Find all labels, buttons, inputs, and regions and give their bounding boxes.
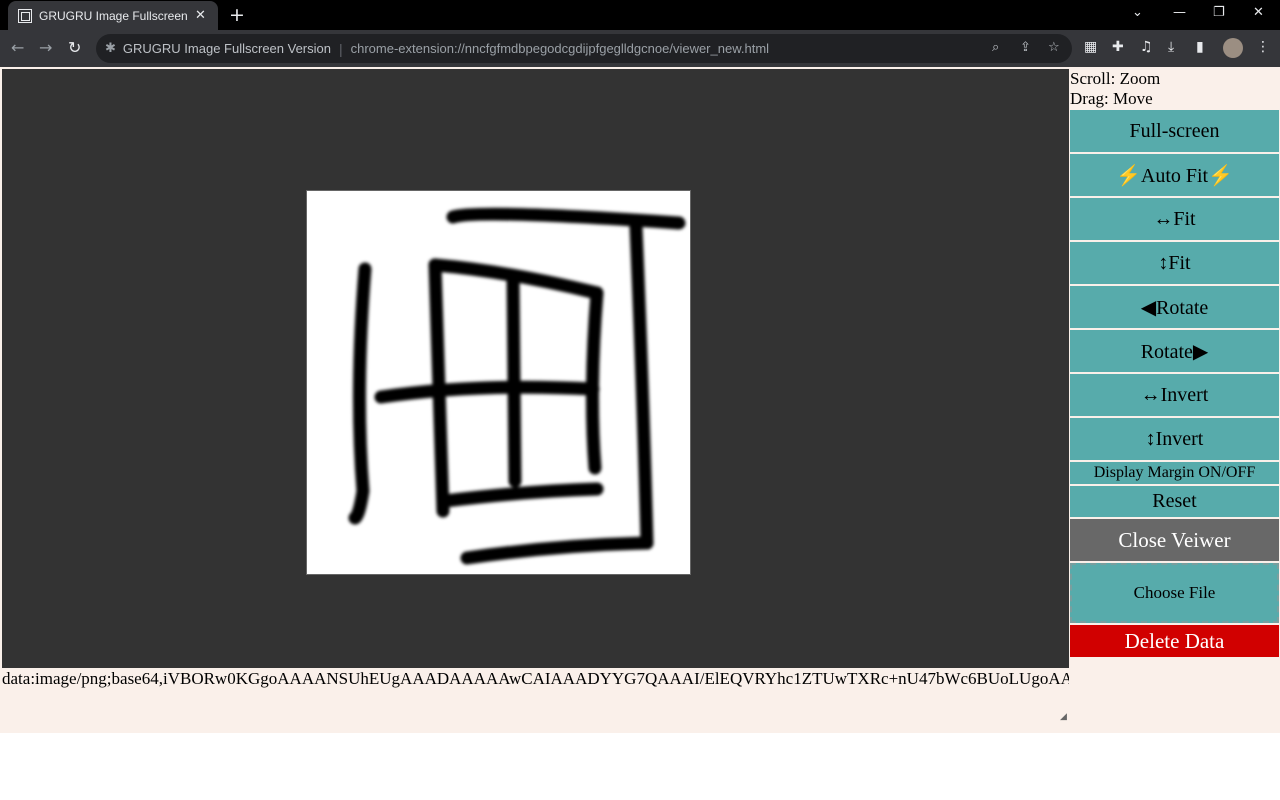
download-icon[interactable]: ⤓ — [1168, 39, 1174, 55]
browser-toolbar: ← → ↻ ✱ GRUGRU Image Fullscreen Version … — [0, 30, 1280, 67]
margin-toggle-button[interactable]: Display Margin ON/OFF — [1070, 462, 1279, 484]
data-uri-textarea[interactable]: data:image/png;base64,iVBORw0KGgoAAAANSU… — [2, 668, 1069, 721]
tab-search-chevron-icon[interactable]: ⌄ — [1132, 5, 1143, 20]
profile-avatar[interactable] — [1223, 38, 1243, 58]
fit-width-button[interactable]: ↔Fit — [1070, 198, 1279, 240]
bookmark-star-icon[interactable]: ☆ — [1048, 40, 1060, 55]
image-viewer-canvas[interactable] — [2, 69, 1069, 668]
invert-horizontal-button[interactable]: ↔Invert — [1070, 374, 1279, 416]
invert-vertical-button[interactable]: ↕Invert — [1070, 418, 1279, 460]
viewer-page: data:image/png;base64,iVBORw0KGgoAAAANSU… — [0, 67, 1280, 733]
fit-height-button[interactable]: ↕Fit — [1070, 242, 1279, 284]
tab-close-icon[interactable]: ✕ — [195, 8, 206, 23]
rotate-right-button[interactable]: Rotate▶ — [1070, 330, 1279, 372]
new-tab-icon[interactable]: + — [229, 4, 245, 26]
forward-icon[interactable]: → — [39, 38, 52, 57]
auto-fit-button[interactable]: ⚡Auto Fit⚡ — [1070, 154, 1279, 196]
sidepanel-icon[interactable]: ▮ — [1196, 39, 1204, 55]
media-icon[interactable]: ♫ — [1140, 39, 1153, 55]
extension-icon[interactable]: ▦ — [1084, 39, 1097, 55]
drag-hint: Drag: Move — [1070, 89, 1153, 108]
fullscreen-button[interactable]: Full-screen — [1070, 110, 1279, 152]
back-icon[interactable]: ← — [11, 38, 24, 57]
scroll-hint: Scroll: Zoom — [1070, 69, 1161, 88]
address-bar[interactable]: ✱ GRUGRU Image Fullscreen Version | chro… — [96, 34, 1072, 63]
rotate-left-button[interactable]: ◀Rotate — [1070, 286, 1279, 328]
close-viewer-button[interactable]: Close Veiwer — [1070, 519, 1279, 561]
address-separator: | — [338, 40, 343, 57]
address-url: chrome-extension://nncfgfmdbpegodcgdijpf… — [350, 41, 770, 56]
share-icon[interactable]: ⇪ — [1020, 40, 1031, 55]
delete-data-button[interactable]: Delete Data — [1070, 625, 1279, 657]
tab-title: GRUGRU Image Fullscreen Version — [39, 8, 191, 23]
reload-icon[interactable]: ↻ — [68, 38, 81, 57]
textarea-resize-handle-icon[interactable]: ◢ — [1060, 712, 1067, 722]
extension-page-icon: ✱ — [105, 41, 116, 56]
zoom-icon[interactable]: ⌕ — [992, 40, 999, 55]
puzzle-icon[interactable]: ✚ — [1112, 39, 1124, 55]
choose-file-button[interactable]: Choose File — [1070, 563, 1279, 623]
restore-icon[interactable]: ❐ — [1213, 5, 1225, 20]
character-drawing — [348, 207, 686, 565]
minimize-icon[interactable]: — — [1173, 5, 1186, 20]
tab-favicon-icon — [18, 8, 32, 23]
browser-tab[interactable]: GRUGRU Image Fullscreen Version ✕ — [8, 1, 218, 30]
displayed-image[interactable] — [306, 190, 691, 575]
menu-icon[interactable]: ⋮ — [1256, 39, 1270, 55]
address-site-label: GRUGRU Image Fullscreen Version — [122, 41, 331, 56]
browser-title-bar: GRUGRU Image Fullscreen Version ✕ + ⌄ — … — [0, 0, 1280, 30]
window-close-icon[interactable]: ✕ — [1253, 5, 1264, 20]
reset-button[interactable]: Reset — [1070, 486, 1279, 517]
